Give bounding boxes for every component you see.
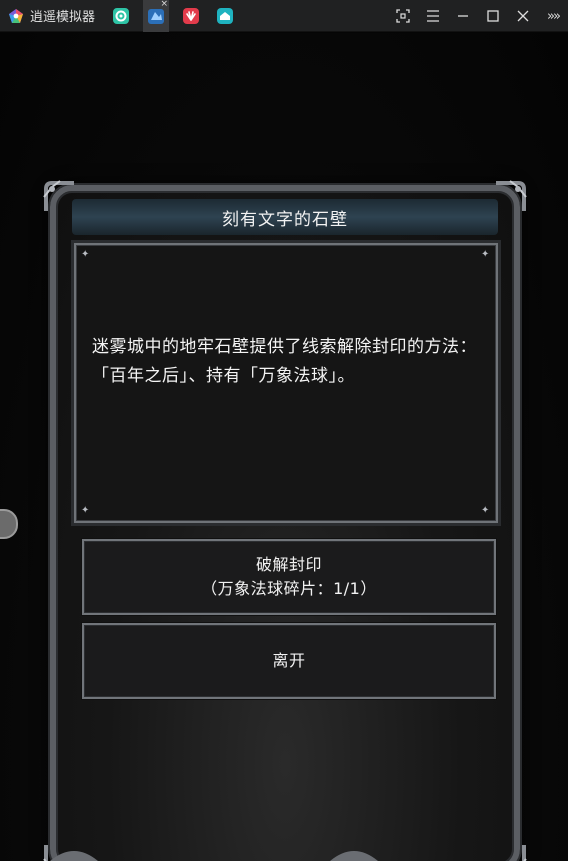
choice-label: 破解封印 — [255, 555, 322, 574]
tab-app-green[interactable] — [109, 4, 133, 28]
break-seal-button[interactable]: 破解封印 （万象法球碎片：1/1） — [82, 539, 496, 615]
bottom-ornament-icon — [330, 851, 378, 861]
inscription-text: 迷雾城中的地牢石壁提供了线索解除封印的方法：「百年之后」、持有「万象法球」。 — [92, 337, 477, 386]
app-green-icon — [113, 7, 130, 24]
dialog-title: 刻有文字的石壁 — [222, 209, 348, 230]
emulator-titlebar: 逍遥模拟器 × »» — [0, 0, 568, 32]
stone-wall-dialog: 刻有文字的石壁 ✦ ✦ ✦ ✦ 迷雾城中的地牢石壁提供了线索解除封印的方法：「百… — [43, 180, 527, 861]
maximize-button[interactable] — [478, 0, 508, 32]
menu-button[interactable] — [418, 0, 448, 32]
emulator-title: 逍遥模拟器 — [30, 10, 96, 25]
hamburger-icon — [427, 10, 439, 22]
game-tab-icon — [148, 8, 165, 24]
sparkle-icon: ✦ — [481, 249, 490, 260]
choice-sublabel: （万象法球碎片：1/1） — [201, 579, 377, 598]
tab-close-icon[interactable]: × — [160, 0, 168, 9]
ornament-corner-icon — [522, 845, 527, 861]
tab-huawei[interactable] — [179, 4, 203, 28]
screenshot-button[interactable] — [388, 0, 418, 32]
emulator-side-handle[interactable] — [0, 509, 18, 539]
leave-button[interactable]: 离开 — [82, 623, 496, 699]
minimize-button[interactable] — [448, 0, 478, 32]
tab-game-active[interactable]: × — [143, 0, 170, 32]
tab-home[interactable] — [213, 4, 237, 28]
choice-label: 离开 — [272, 651, 306, 670]
bottom-ornament-icon — [50, 851, 98, 861]
sparkle-icon: ✦ — [81, 249, 90, 260]
emulator-logo-icon — [8, 8, 24, 24]
sidebar-toggle-button[interactable]: »» — [538, 0, 568, 32]
game-screen: 刻有文字的石壁 ✦ ✦ ✦ ✦ 迷雾城中的地牢石壁提供了线索解除封印的方法：「百… — [0, 33, 568, 861]
maximize-icon — [487, 10, 499, 22]
close-icon — [517, 10, 529, 22]
home-icon — [217, 7, 234, 24]
minimize-icon — [458, 15, 468, 17]
dialog-title-band: 刻有文字的石壁 — [72, 199, 498, 235]
window-controls: »» — [388, 0, 568, 32]
close-button[interactable] — [508, 0, 538, 32]
double-chevron-right-icon: »» — [547, 8, 561, 24]
sparkle-icon: ✦ — [481, 505, 490, 516]
inscription-panel: ✦ ✦ ✦ ✦ 迷雾城中的地牢石壁提供了线索解除封印的方法：「百年之后」、持有「… — [74, 243, 498, 523]
huawei-icon — [183, 7, 200, 24]
crop-icon — [396, 9, 410, 23]
sparkle-icon: ✦ — [81, 505, 90, 516]
